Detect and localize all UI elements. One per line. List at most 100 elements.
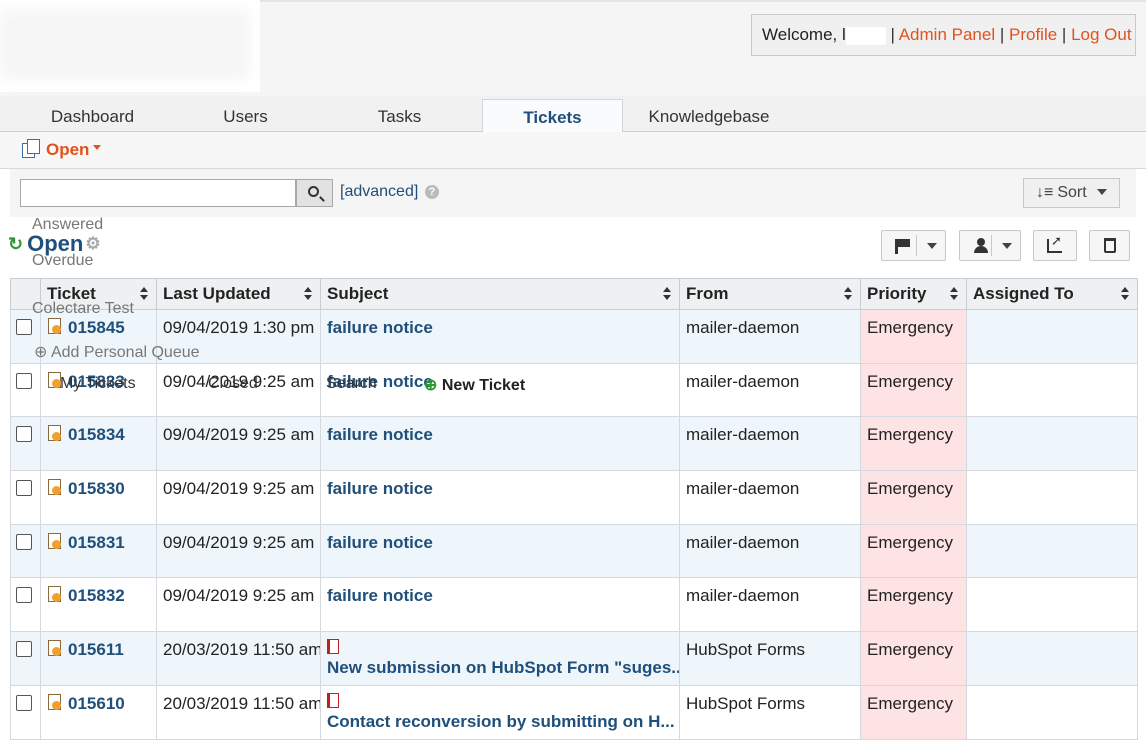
column-header-last-updated[interactable]: Last Updated <box>156 278 321 310</box>
tab-dashboard[interactable]: Dashboard <box>30 99 155 132</box>
last-updated-cell: 09/04/2019 9:25 am <box>156 470 321 525</box>
ticket-number-link[interactable]: 015610 <box>68 694 125 713</box>
divider <box>916 235 917 256</box>
advanced-search-link[interactable]: [advanced] <box>340 183 418 201</box>
profile-link[interactable]: Profile <box>1009 25 1057 44</box>
ticket-icon <box>47 640 62 657</box>
subject-cell: failure notice <box>320 523 680 579</box>
log-out-link[interactable]: Log Out <box>1071 25 1132 44</box>
subject-link[interactable]: New submission on HubSpot Form "suges... <box>327 658 679 677</box>
assigned-to-cell <box>966 577 1138 633</box>
trash-icon <box>1104 238 1116 253</box>
row-select-cell <box>10 416 41 472</box>
ticket-number-cell: 015830 <box>40 470 157 525</box>
transfer-action-button[interactable] <box>1033 230 1077 261</box>
subject-link[interactable]: failure notice <box>327 318 433 337</box>
assigned-to-cell <box>966 684 1138 740</box>
chevron-down-icon <box>1096 189 1107 195</box>
ghost-closed: Closed <box>208 375 258 392</box>
table-row[interactable]: 015832 09/04/2019 9:25 am failure notice ma… <box>10 577 1138 633</box>
user-icon <box>974 238 988 254</box>
row-checkbox[interactable] <box>16 641 32 658</box>
table-row[interactable]: 015830 09/04/2019 9:25 am failure notice ma… <box>10 470 1138 525</box>
table-row[interactable]: 015611 20/03/2019 11:50 am New submission … <box>10 631 1138 686</box>
subject-link[interactable]: failure notice <box>327 425 433 444</box>
column-header-from[interactable]: From <box>679 278 861 310</box>
column-header-assigned-to[interactable]: Assigned To <box>966 278 1138 310</box>
chevron-down-icon <box>1002 243 1012 249</box>
priority-cell: Emergency <box>860 684 967 740</box>
priority-cell: Emergency <box>860 470 967 525</box>
delete-action-button[interactable] <box>1089 230 1130 261</box>
ticket-number-link[interactable]: 015832 <box>68 586 125 605</box>
row-checkbox[interactable] <box>16 426 32 443</box>
table-row[interactable]: 015610 20/03/2019 11:50 am Contact reconve… <box>10 684 1138 740</box>
tab-users[interactable]: Users <box>183 99 308 132</box>
last-updated-cell: 09/04/2019 9:25 am <box>156 523 321 579</box>
welcome-box: Welcome, l | Admin Panel | Profile | Log… <box>751 14 1136 56</box>
redacted-username <box>845 26 886 45</box>
ticket-number-link[interactable]: 015611 <box>68 640 124 659</box>
ticket-icon <box>47 425 62 442</box>
tab-knowledgebase[interactable]: Knowledgebase <box>640 99 778 132</box>
row-checkbox[interactable] <box>16 533 32 550</box>
search-bar: [advanced] ? ↓≡ Sort <box>10 169 1136 217</box>
assigned-to-cell <box>966 309 1138 364</box>
table-row[interactable]: 015833 09/04/2019 9:25 am failure notice ma… <box>10 362 1138 418</box>
queue-title: ↻ Open ⚙ <box>8 231 101 257</box>
separator: | <box>890 25 895 44</box>
priority-cell: Emergency <box>860 577 967 633</box>
row-checkbox[interactable] <box>16 587 32 604</box>
row-select-cell <box>10 362 41 418</box>
help-icon[interactable]: ? <box>425 185 439 199</box>
ghost-new-ticket: ⊕ New Ticket <box>424 375 525 395</box>
row-checkbox[interactable] <box>16 694 32 711</box>
flag-action-button[interactable] <box>881 230 946 261</box>
column-header-priority[interactable]: Priority <box>860 278 967 310</box>
row-checkbox[interactable] <box>16 480 32 497</box>
admin-panel-link[interactable]: Admin Panel <box>899 25 995 44</box>
table-row[interactable]: 015831 09/04/2019 9:25 am failure notice ma… <box>10 523 1138 579</box>
last-updated-cell: 09/04/2019 9:25 am <box>156 416 321 472</box>
column-label: Assigned To <box>973 284 1074 303</box>
search-icon <box>308 186 319 197</box>
ticket-number-link[interactable]: 015831 <box>68 533 125 552</box>
sort-arrows-icon <box>140 287 148 301</box>
open-queue-label: Open <box>46 140 90 159</box>
search-input[interactable] <box>20 179 296 207</box>
row-select-cell <box>10 470 41 525</box>
subject-link[interactable]: failure notice <box>327 586 433 605</box>
ticket-number-link[interactable]: 015845 <box>68 318 125 337</box>
column-header-subject[interactable]: Subject <box>320 278 680 310</box>
assigned-to-cell <box>966 631 1138 686</box>
search-button[interactable] <box>296 179 333 207</box>
tab-tickets[interactable]: Tickets <box>482 99 623 133</box>
subject-cell: failure notice <box>320 416 680 472</box>
table-row[interactable]: 015834 09/04/2019 9:25 am failure notice ma… <box>10 416 1138 472</box>
from-cell: mailer-daemon <box>679 309 861 364</box>
row-checkbox[interactable] <box>16 319 32 335</box>
ticket-icon <box>47 318 62 335</box>
assign-action-button[interactable] <box>959 230 1021 261</box>
gear-icon[interactable]: ⚙ <box>85 234 100 253</box>
row-checkbox[interactable] <box>16 372 32 389</box>
open-queue-menu[interactable]: Open <box>22 139 102 160</box>
ghost-queue-colectare-test: Colectare Test <box>32 300 134 317</box>
priority-cell: Emergency <box>860 416 967 472</box>
subject-link[interactable]: failure notice <box>327 479 433 498</box>
tab-tasks[interactable]: Tasks <box>337 99 462 132</box>
refresh-icon[interactable]: ↻ <box>8 234 23 254</box>
row-select-cell <box>10 684 41 740</box>
ticket-number-cell: 015832 <box>40 577 157 633</box>
new-ticket-icon: ⊕ <box>424 377 438 394</box>
assigned-to-cell <box>966 362 1138 418</box>
sub-navigation: Open <box>0 132 1146 169</box>
sort-button[interactable]: ↓≡ Sort <box>1023 178 1120 208</box>
ticket-number-link[interactable]: 015834 <box>68 425 125 444</box>
subject-link[interactable]: failure notice <box>327 533 433 552</box>
subject-link[interactable]: Contact reconversion by submitting on H.… <box>327 712 675 731</box>
ticket-number-link[interactable]: 015830 <box>68 479 125 498</box>
main-tabs: Dashboard Users Tasks Tickets Knowledgeb… <box>0 96 1146 133</box>
sort-arrows-icon <box>1121 287 1129 301</box>
subject-cell: failure notice <box>320 470 680 525</box>
